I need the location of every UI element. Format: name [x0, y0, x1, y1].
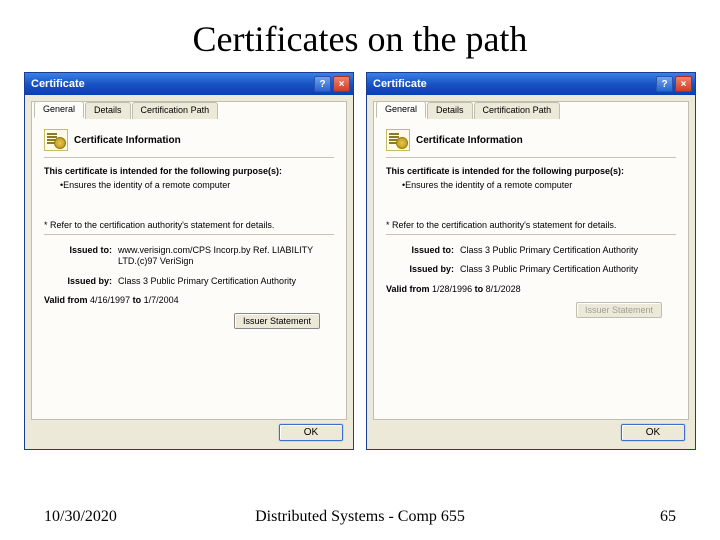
- window-title: Certificate: [31, 78, 314, 90]
- issued-to-value: www.verisign.com/CPS Incorp.by Ref. LIAB…: [118, 245, 334, 268]
- help-button[interactable]: ?: [314, 76, 331, 92]
- close-button[interactable]: ×: [675, 76, 692, 92]
- issuer-statement-button[interactable]: Issuer Statement: [234, 313, 320, 329]
- valid-from-row: Valid from 1/28/1996 to 8/1/2028: [386, 284, 676, 294]
- tab-details[interactable]: Details: [427, 102, 473, 119]
- purpose-item: •Ensures the identity of a remote comput…: [402, 180, 676, 190]
- tab-area: General Details Certification Path Certi…: [31, 101, 347, 420]
- tab-certification-path[interactable]: Certification Path: [474, 102, 561, 119]
- issued-to-label: Issued to:: [386, 245, 460, 256]
- titlebar: Certificate ? ×: [367, 73, 695, 95]
- certificate-icon: [44, 129, 68, 151]
- slide-title: Certificates on the path: [0, 0, 720, 72]
- ok-button[interactable]: OK: [279, 424, 343, 441]
- issuer-statement-button: Issuer Statement: [576, 302, 662, 318]
- authority-footnote: * Refer to the certification authority's…: [44, 220, 334, 230]
- ok-button[interactable]: OK: [621, 424, 685, 441]
- issued-by-value: Class 3 Public Primary Certification Aut…: [118, 276, 334, 287]
- tab-area: General Details Certification Path Certi…: [373, 101, 689, 420]
- window-title: Certificate: [373, 78, 656, 90]
- tab-details[interactable]: Details: [85, 102, 131, 119]
- slide-course: Distributed Systems - Comp 655: [0, 508, 720, 526]
- valid-from-row: Valid from 4/16/1997 to 1/7/2004: [44, 295, 334, 305]
- titlebar: Certificate ? ×: [25, 73, 353, 95]
- issued-to-label: Issued to:: [44, 245, 118, 268]
- close-button[interactable]: ×: [333, 76, 350, 92]
- tab-certification-path[interactable]: Certification Path: [132, 102, 219, 119]
- help-button[interactable]: ?: [656, 76, 673, 92]
- cert-info-heading: Certificate Information: [74, 135, 181, 146]
- issued-by-label: Issued by:: [386, 264, 460, 275]
- certificate-dialog-left: Certificate ? × General Details Certific…: [24, 72, 354, 450]
- purpose-intro: This certificate is intended for the fol…: [386, 166, 676, 176]
- certificate-dialog-right: Certificate ? × General Details Certific…: [366, 72, 696, 450]
- issued-by-label: Issued by:: [44, 276, 118, 287]
- tab-general[interactable]: General: [34, 101, 84, 118]
- cert-info-heading: Certificate Information: [416, 135, 523, 146]
- issued-by-value: Class 3 Public Primary Certification Aut…: [460, 264, 676, 275]
- authority-footnote: * Refer to the certification authority's…: [386, 220, 676, 230]
- purpose-intro: This certificate is intended for the fol…: [44, 166, 334, 176]
- certificate-icon: [386, 129, 410, 151]
- slide-footer: 10/30/2020 Distributed Systems - Comp 65…: [0, 508, 720, 526]
- tab-general[interactable]: General: [376, 101, 426, 118]
- issued-to-value: Class 3 Public Primary Certification Aut…: [460, 245, 676, 256]
- purpose-item: •Ensures the identity of a remote comput…: [60, 180, 334, 190]
- dialogs-container: Certificate ? × General Details Certific…: [0, 72, 720, 450]
